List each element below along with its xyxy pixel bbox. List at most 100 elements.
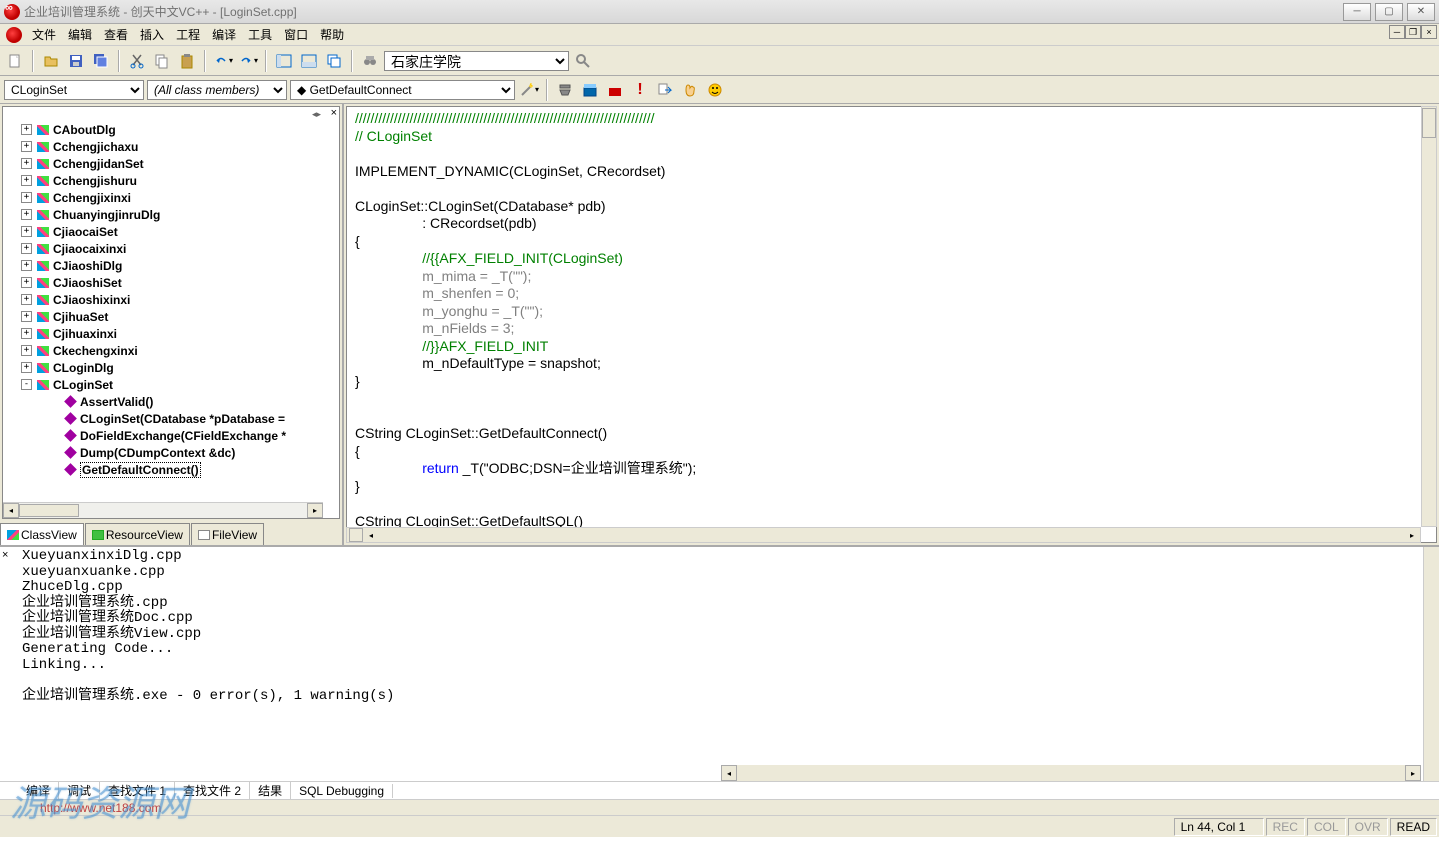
expand-icon[interactable]: + bbox=[21, 294, 32, 305]
function-combo[interactable]: ◆ GetDefaultConnect bbox=[290, 80, 515, 100]
expand-icon[interactable]: + bbox=[21, 362, 32, 373]
expand-icon[interactable]: + bbox=[21, 226, 32, 237]
output-tab-1[interactable]: 调试 bbox=[59, 782, 100, 799]
tree-class-node[interactable]: +CJiaoshiSet bbox=[3, 274, 339, 291]
expand-icon[interactable]: + bbox=[21, 209, 32, 220]
collapse-icon[interactable]: - bbox=[21, 379, 32, 390]
cut-button[interactable] bbox=[126, 50, 148, 72]
expand-icon[interactable]: + bbox=[21, 124, 32, 135]
tree-class-node[interactable]: +CjiaocaiSet bbox=[3, 223, 339, 240]
close-button[interactable]: ✕ bbox=[1407, 3, 1435, 21]
tree-class-node[interactable]: +CchengjidanSet bbox=[3, 155, 339, 172]
tree-class-node[interactable]: +CjihuaSet bbox=[3, 308, 339, 325]
tree-class-node[interactable]: +ChuanyingjinruDlg bbox=[3, 206, 339, 223]
output-vscrollbar[interactable] bbox=[1423, 547, 1439, 781]
menu-工具[interactable]: 工具 bbox=[242, 24, 278, 45]
tree-class-node-expanded[interactable]: -CLoginSet bbox=[3, 376, 339, 393]
tab-resourceview[interactable]: ResourceView bbox=[85, 523, 190, 545]
menu-帮助[interactable]: 帮助 bbox=[314, 24, 350, 45]
workspace-button[interactable] bbox=[273, 50, 295, 72]
maximize-button[interactable]: ▢ bbox=[1375, 3, 1403, 21]
tree-class-node[interactable]: +CLoginDlg bbox=[3, 359, 339, 376]
class-combo[interactable]: CLoginSet bbox=[4, 80, 144, 100]
editor-hscrollbar[interactable]: ◂ ▸ bbox=[346, 527, 1421, 543]
tree-class-node[interactable]: +CJiaoshiDlg bbox=[3, 257, 339, 274]
menu-文件[interactable]: 文件 bbox=[26, 24, 62, 45]
members-combo[interactable]: (All class members) bbox=[147, 80, 287, 100]
find-combo[interactable]: 石家庄学院 bbox=[384, 51, 569, 71]
find-in-files-button[interactable] bbox=[359, 50, 381, 72]
expand-icon[interactable]: + bbox=[21, 158, 32, 169]
wizard-action-button[interactable]: ▾ bbox=[518, 79, 540, 101]
output-window-button[interactable] bbox=[298, 50, 320, 72]
expand-icon[interactable]: + bbox=[21, 260, 32, 271]
tree-hscrollbar[interactable]: ◂ ▸ bbox=[3, 502, 323, 518]
menu-编译[interactable]: 编译 bbox=[206, 24, 242, 45]
output-tab-2[interactable]: 查找文件 1 bbox=[100, 782, 175, 799]
menu-工程[interactable]: 工程 bbox=[170, 24, 206, 45]
new-file-button[interactable] bbox=[4, 50, 26, 72]
tree-class-node[interactable]: +Cchengjixinxi bbox=[3, 189, 339, 206]
find-button[interactable] bbox=[572, 50, 594, 72]
window-list-button[interactable] bbox=[323, 50, 345, 72]
editor-vscrollbar[interactable] bbox=[1421, 106, 1437, 527]
tree-method-node[interactable]: DoFieldExchange(CFieldExchange * bbox=[3, 427, 339, 444]
output-tab-4[interactable]: 结果 bbox=[250, 782, 291, 799]
footer-url-link[interactable]: http://www.net188.com bbox=[40, 801, 161, 815]
tree-class-node[interactable]: +CJiaoshixinxi bbox=[3, 291, 339, 308]
output-hscrollbar[interactable]: ◂▸ bbox=[721, 765, 1421, 781]
build-button[interactable] bbox=[579, 79, 601, 101]
tree-class-node[interactable]: +CAboutDlg bbox=[3, 121, 339, 138]
tree-class-node[interactable]: +Ckechengxinxi bbox=[3, 342, 339, 359]
execute-button[interactable]: ! bbox=[629, 79, 651, 101]
expand-icon[interactable]: + bbox=[21, 311, 32, 322]
save-all-button[interactable] bbox=[90, 50, 112, 72]
panel-arrows-icon[interactable]: ◂▸ bbox=[312, 109, 321, 120]
smiley-button[interactable] bbox=[704, 79, 726, 101]
expand-icon[interactable]: + bbox=[21, 328, 32, 339]
menu-插入[interactable]: 插入 bbox=[134, 24, 170, 45]
output-close-button[interactable]: × bbox=[2, 549, 8, 561]
output-text[interactable]: XueyuanxinxiDlg.cpp xueyuanxuanke.cpp Zh… bbox=[0, 547, 1439, 781]
mdi-restore-button[interactable]: ❐ bbox=[1405, 25, 1421, 39]
expand-icon[interactable]: + bbox=[21, 345, 32, 356]
output-tab-0[interactable]: 编译 bbox=[18, 782, 59, 799]
go-button[interactable] bbox=[654, 79, 676, 101]
breakpoint-button[interactable] bbox=[679, 79, 701, 101]
output-tab-5[interactable]: SQL Debugging bbox=[291, 784, 393, 798]
tree-method-node[interactable]: CLoginSet(CDatabase *pDatabase = bbox=[3, 410, 339, 427]
tree-class-node[interactable]: +Cjiaocaixinxi bbox=[3, 240, 339, 257]
output-tab-3[interactable]: 查找文件 2 bbox=[175, 782, 250, 799]
tree-body[interactable]: +CAboutDlg+Cchengjichaxu+CchengjidanSet+… bbox=[3, 121, 339, 502]
menu-编辑[interactable]: 编辑 bbox=[62, 24, 98, 45]
tab-fileview[interactable]: FileView bbox=[191, 523, 264, 545]
copy-button[interactable] bbox=[151, 50, 173, 72]
save-button[interactable] bbox=[65, 50, 87, 72]
compile-button[interactable] bbox=[554, 79, 576, 101]
expand-icon[interactable]: + bbox=[21, 192, 32, 203]
menu-窗口[interactable]: 窗口 bbox=[278, 24, 314, 45]
code-editor[interactable]: ////////////////////////////////////////… bbox=[346, 106, 1437, 543]
tree-class-node[interactable]: +Cjihuaxinxi bbox=[3, 325, 339, 342]
tree-class-node[interactable]: +Cchengjishuru bbox=[3, 172, 339, 189]
mdi-minimize-button[interactable]: ─ bbox=[1389, 25, 1405, 39]
redo-button[interactable]: ▾ bbox=[237, 50, 259, 72]
stop-build-button[interactable] bbox=[604, 79, 626, 101]
paste-button[interactable] bbox=[176, 50, 198, 72]
panel-close-button[interactable]: × bbox=[331, 107, 337, 119]
tree-method-node[interactable]: AssertValid() bbox=[3, 393, 339, 410]
expand-icon[interactable]: + bbox=[21, 175, 32, 186]
tab-classview[interactable]: ClassView bbox=[0, 523, 84, 545]
expand-icon[interactable]: + bbox=[21, 243, 32, 254]
menu-查看[interactable]: 查看 bbox=[98, 24, 134, 45]
tree-method-node[interactable]: Dump(CDumpContext &dc) bbox=[3, 444, 339, 461]
tree-method-node[interactable]: GetDefaultConnect() bbox=[3, 461, 339, 478]
minimize-button[interactable]: ─ bbox=[1343, 3, 1371, 21]
open-file-button[interactable] bbox=[40, 50, 62, 72]
class-tree: ◂▸ × +CAboutDlg+Cchengjichaxu+Cchengjida… bbox=[2, 106, 340, 519]
expand-icon[interactable]: + bbox=[21, 277, 32, 288]
tree-class-node[interactable]: +Cchengjichaxu bbox=[3, 138, 339, 155]
expand-icon[interactable]: + bbox=[21, 141, 32, 152]
mdi-close-button[interactable]: × bbox=[1421, 25, 1437, 39]
undo-button[interactable]: ▾ bbox=[212, 50, 234, 72]
